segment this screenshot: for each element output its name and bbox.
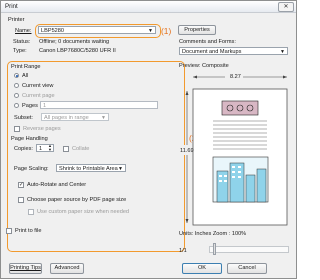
page-scaling-label: Page Scaling: <box>14 166 49 172</box>
preview-canvas <box>180 73 288 226</box>
pages-radio[interactable] <box>14 103 19 108</box>
window-title: Print <box>5 3 18 10</box>
units-zoom-label: Units: Inches Zoom : 100% <box>179 231 247 237</box>
collate-checkbox[interactable] <box>63 146 69 152</box>
arrow-left-icon <box>193 75 197 79</box>
arrow-up-icon <box>185 91 189 95</box>
all-radio[interactable] <box>14 73 19 78</box>
custom-paper-checkbox[interactable] <box>28 209 34 215</box>
custom-paper-label: Use custom paper size when needed <box>37 209 130 215</box>
auto-rotate-label: Auto-Rotate and Center <box>27 182 87 188</box>
printer-name-select[interactable]: LBP5280 ▼ <box>38 26 156 34</box>
settings-highlight <box>7 61 185 252</box>
callout-one: (1) <box>161 26 172 36</box>
type-value: Canon LBP7680C/5280 UFR II <box>39 48 116 54</box>
header-band <box>221 100 259 116</box>
pages-input[interactable]: 1 <box>40 101 158 109</box>
ok-button[interactable]: OK <box>182 263 222 274</box>
page-indicator: 1/1 <box>179 248 187 254</box>
advanced-button[interactable]: Advanced <box>50 263 84 274</box>
chevron-down-icon: ▼ <box>148 27 153 34</box>
arrow-down-icon <box>185 219 189 223</box>
type-label: Type: <box>13 48 27 54</box>
auto-rotate-checkbox[interactable]: ✓ <box>18 182 24 188</box>
page-scaling-select[interactable]: Shrink to Printable Area ▼ <box>56 164 126 172</box>
current-page-label: Current page <box>22 92 55 99</box>
print-dialog: Print ✕ Printer Name: LBP5280 ▼ (1) Prop… <box>0 0 297 279</box>
all-label: All <box>22 72 29 79</box>
current-view-label: Current view <box>22 82 54 89</box>
copies-input[interactable]: 1 ▲ ▼ <box>36 144 54 152</box>
building-icon <box>256 168 267 203</box>
print-to-file-label: Print to file <box>15 228 42 234</box>
status-label: Status: <box>13 39 31 45</box>
arrow-right-icon <box>283 75 287 79</box>
subset-value: All pages in range <box>44 114 89 121</box>
printer-name-value: LBP5280 <box>41 27 65 34</box>
cancel-button[interactable]: Cancel <box>227 263 267 274</box>
name-label: Name: <box>15 28 32 34</box>
collate-label: Collate <box>72 146 90 152</box>
copies-label: Copies: <box>14 146 33 152</box>
chevron-down-icon: ▼ <box>101 114 106 121</box>
pages-value: 1 <box>43 103 47 109</box>
slider-thumb[interactable] <box>213 243 216 255</box>
preview-width-value: 8.27 <box>230 74 241 80</box>
title-bar: Print ✕ <box>1 1 296 13</box>
print-range-label: Print Range <box>11 64 41 70</box>
comments-value: Document and Markups <box>182 48 242 55</box>
page-scaling-value: Shrink to Printable Area <box>59 165 118 172</box>
print-to-file-checkbox[interactable] <box>6 228 12 234</box>
choose-source-checkbox[interactable] <box>18 197 24 203</box>
printing-tips-button[interactable]: Printing Tips <box>9 263 42 274</box>
comments-label: Comments and Forms: <box>179 39 236 45</box>
building-icon <box>245 174 256 203</box>
status-value: Offline; 0 documents waiting <box>39 39 110 45</box>
spinner-icon[interactable]: ▲ ▼ <box>48 144 52 152</box>
close-button[interactable]: ✕ <box>278 2 294 12</box>
chevron-down-icon: ▼ <box>118 165 123 172</box>
choose-source-label: Choose paper source by PDF page size <box>27 197 127 203</box>
current-view-radio[interactable] <box>14 83 19 88</box>
reverse-pages-checkbox[interactable] <box>14 126 20 132</box>
copies-value: 1 <box>39 146 43 152</box>
subset-label: Subset: <box>14 115 33 121</box>
subset-select[interactable]: All pages in range ▼ <box>41 113 109 121</box>
page-handling-label: Page Handling <box>11 136 48 142</box>
building-icon <box>229 162 245 203</box>
preview-height-value: 11.69 <box>180 148 194 154</box>
printer-group-label: Printer <box>8 17 25 23</box>
comments-select[interactable]: Document and Markups ▼ <box>179 47 288 55</box>
chevron-down-icon: ▼ <box>280 48 285 55</box>
page-slider[interactable] <box>209 246 289 253</box>
properties-button[interactable]: Properties <box>178 25 216 35</box>
pages-label: Pages <box>22 102 38 109</box>
reverse-pages-label: Reverse pages <box>23 126 61 132</box>
current-page-radio[interactable] <box>14 93 19 98</box>
